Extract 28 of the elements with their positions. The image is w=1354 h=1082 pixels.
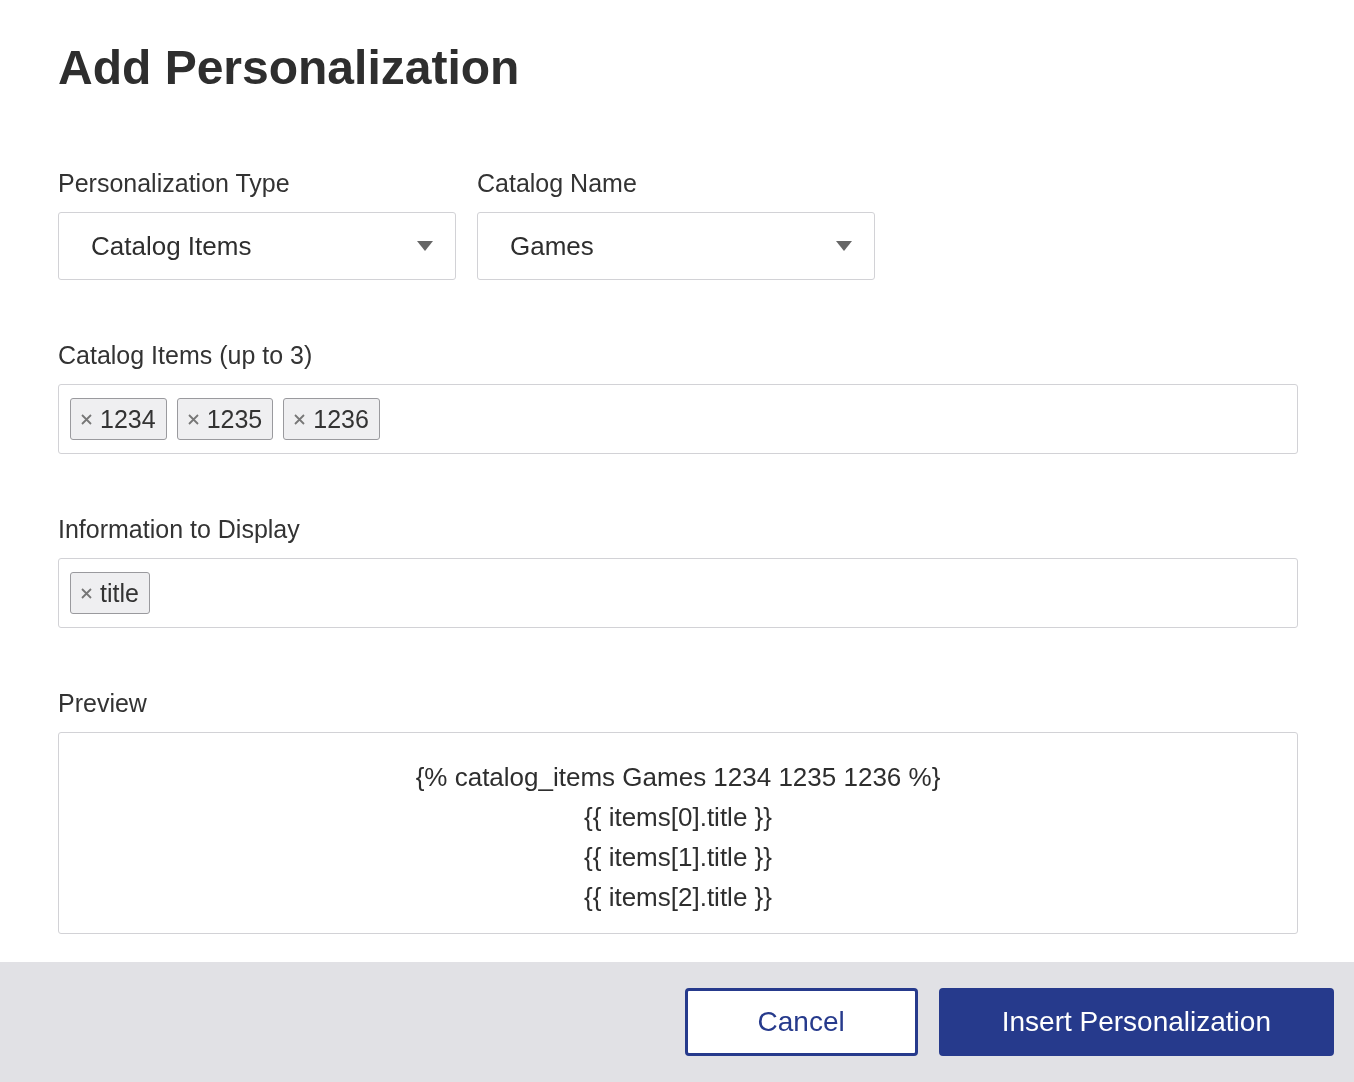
remove-icon[interactable] — [294, 413, 306, 425]
preview-line: {% catalog_items Games 1234 1235 1236 %} — [415, 761, 941, 794]
tag-input-field[interactable]: 1234 1235 1236 — [58, 384, 1298, 454]
dropdown-select[interactable]: Games — [477, 212, 875, 280]
remove-icon[interactable] — [81, 587, 92, 599]
preview-line: {{ items[0].title }} — [584, 801, 772, 834]
tag-label: title — [100, 578, 139, 608]
preview-line: {{ items[2].title }} — [584, 881, 772, 914]
field-label: Personalization Type — [58, 168, 291, 198]
select-value: Catalog Items — [91, 230, 252, 262]
dropdown-caret-icon — [417, 241, 433, 251]
dropdown-caret-icon — [836, 241, 852, 251]
insert-button[interactable]: Insert Personalization — [938, 988, 1334, 1056]
field-label: Preview — [58, 688, 148, 718]
preview-line: {{ items[1].title }} — [584, 841, 772, 874]
tag-label: 1236 — [313, 404, 369, 434]
cancel-button[interactable]: Cancel — [684, 988, 918, 1056]
tag-label: 1235 — [206, 404, 263, 434]
field-label: Catalog Name — [477, 168, 638, 198]
dropdown-select[interactable]: Catalog Items — [58, 212, 456, 280]
tag-label: 1234 — [100, 404, 156, 434]
field-label: Information to Display — [58, 514, 301, 544]
dialog-title: Add Personalization — [58, 40, 521, 96]
remove-icon[interactable] — [187, 413, 199, 425]
select-value: Games — [510, 230, 594, 262]
tag-input-field[interactable]: title — [58, 558, 1298, 628]
remove-icon[interactable] — [81, 413, 92, 425]
field-label: Catalog Items (up to 3) — [58, 340, 314, 370]
